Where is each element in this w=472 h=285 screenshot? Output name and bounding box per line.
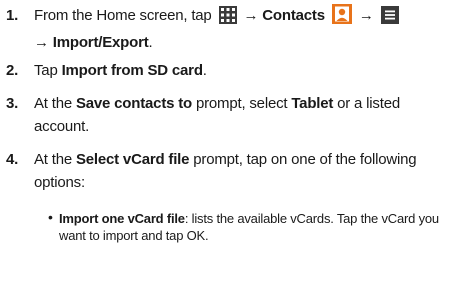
step-number: 4. (6, 151, 19, 168)
import-export-label: Import/Export (52, 34, 149, 51)
step-number: 1. (6, 7, 19, 24)
step-number: 2. (6, 62, 19, 79)
step-number: 3. (6, 95, 19, 112)
step-text: Tap Import from SD card. (34, 62, 207, 79)
step-text: At the Save contacts to prompt, select T… (34, 95, 400, 135)
instruction-page: 1. From the Home screen, tap → Contacts (0, 0, 472, 285)
bullet-symbol: • (48, 209, 53, 225)
apps-grid-icon (218, 6, 237, 31)
menu-icon (380, 6, 399, 31)
contacts-label: Contacts (262, 7, 325, 24)
step-text: From the Home screen, tap → Contacts → →… (34, 4, 470, 54)
contacts-icon (331, 4, 352, 31)
bullet-text: Import one vCard file: lists the availab… (59, 211, 439, 243)
step-text: At the Select vCard file prompt, tap on … (34, 151, 417, 191)
